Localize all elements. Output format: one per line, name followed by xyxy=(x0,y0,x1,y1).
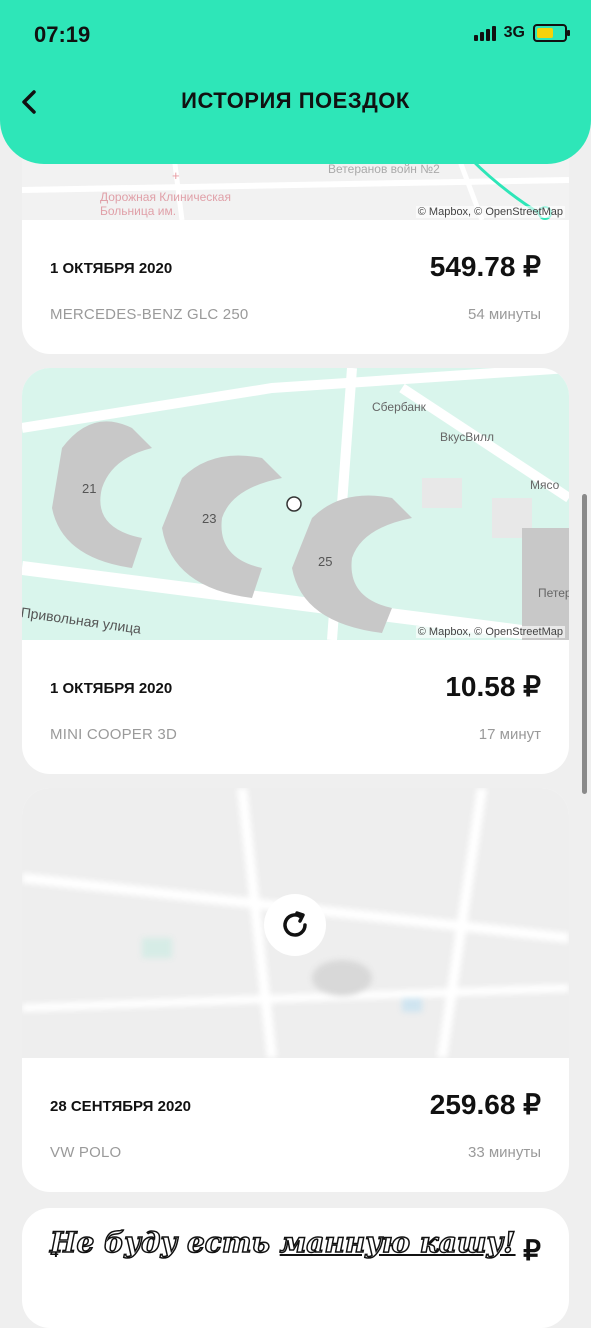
trip-duration: 54 минуты xyxy=(468,306,541,323)
app-header: 07:19 3G ИСТОРИЯ ПОЕЗДОК xyxy=(0,0,591,164)
trip-car: MINI COOPER 3D xyxy=(50,726,177,743)
page-title: ИСТОРИЯ ПОЕЗДОК xyxy=(181,88,410,113)
trip-card[interactable]: 21 23 25 Сбербанк ВкусВилл Мясо Петер Пр… xyxy=(22,368,569,774)
map-label: Дорожная Клиническая xyxy=(100,190,231,204)
trip-price: 549.78 ₽ xyxy=(429,251,541,282)
map-label: Ветеранов войн №2 xyxy=(328,162,440,176)
trip-info: 28 СЕНТЯБРЯ 2020 259.68 ₽ VW POLO 33 мин… xyxy=(22,1058,569,1192)
house-number: 25 xyxy=(318,554,332,569)
trip-price: 259.68 ₽ xyxy=(429,1089,541,1120)
map-label: Сбербанк xyxy=(372,400,426,414)
trip-duration: 33 минуты xyxy=(468,1144,541,1161)
trip-map: 21 23 25 Сбербанк ВкусВилл Мясо Петер Пр… xyxy=(22,368,569,640)
story-caption: Не буду есть манную кашу! xyxy=(49,1225,516,1260)
trip-date: 1 ОКТЯБРЯ 2020 xyxy=(50,260,173,277)
reload-button[interactable] xyxy=(264,894,326,956)
trip-card[interactable]: + Ветеранов войн №2 Дорожная Клиническая… xyxy=(22,140,569,354)
map-graphic: 21 23 25 xyxy=(22,368,569,640)
trip-price: ₽ xyxy=(523,1235,541,1266)
map-label: Мясо xyxy=(530,478,560,492)
svg-text:+: + xyxy=(172,168,180,183)
trip-info: 1 ОКТЯБРЯ 2020 10.58 ₽ MINI COOPER 3D 17… xyxy=(22,640,569,774)
trip-date: 28 СЕНТЯБРЯ 2020 xyxy=(50,1098,191,1115)
map-label: Больница им. xyxy=(100,204,177,218)
signal-icon xyxy=(473,25,496,41)
house-number: 21 xyxy=(82,481,96,496)
trip-card[interactable]: 28 СЕНТЯБРЯ 2020 259.68 ₽ VW POLO 33 мин… xyxy=(22,788,569,1192)
network-type: 3G xyxy=(503,24,525,41)
trip-info: 1 ОКТЯБРЯ 2020 549.78 ₽ MERCEDES-BENZ GL… xyxy=(22,220,569,354)
trip-car: VW POLO xyxy=(50,1144,122,1161)
map-attribution[interactable]: © Mapbox, © OpenStreetMap xyxy=(415,206,565,218)
map-label: ВкусВилл xyxy=(440,430,494,444)
house-number: 23 xyxy=(202,511,216,526)
scrollbar[interactable] xyxy=(582,494,587,794)
battery-icon xyxy=(533,24,570,42)
map-attribution[interactable]: © Mapbox, © OpenStreetMap xyxy=(415,626,565,638)
map-label: Петер xyxy=(538,586,569,600)
reload-icon xyxy=(283,911,307,937)
status-indicators: 3G xyxy=(473,24,570,42)
trip-price: 10.58 ₽ xyxy=(445,671,541,702)
trip-duration: 17 минут xyxy=(478,726,541,743)
status-time: 07:19 xyxy=(34,22,91,47)
trip-car: MERCEDES-BENZ GLC 250 xyxy=(50,306,249,323)
trip-date: 1 ОКТЯБРЯ 2020 xyxy=(50,680,173,697)
trip-map xyxy=(22,788,569,1058)
